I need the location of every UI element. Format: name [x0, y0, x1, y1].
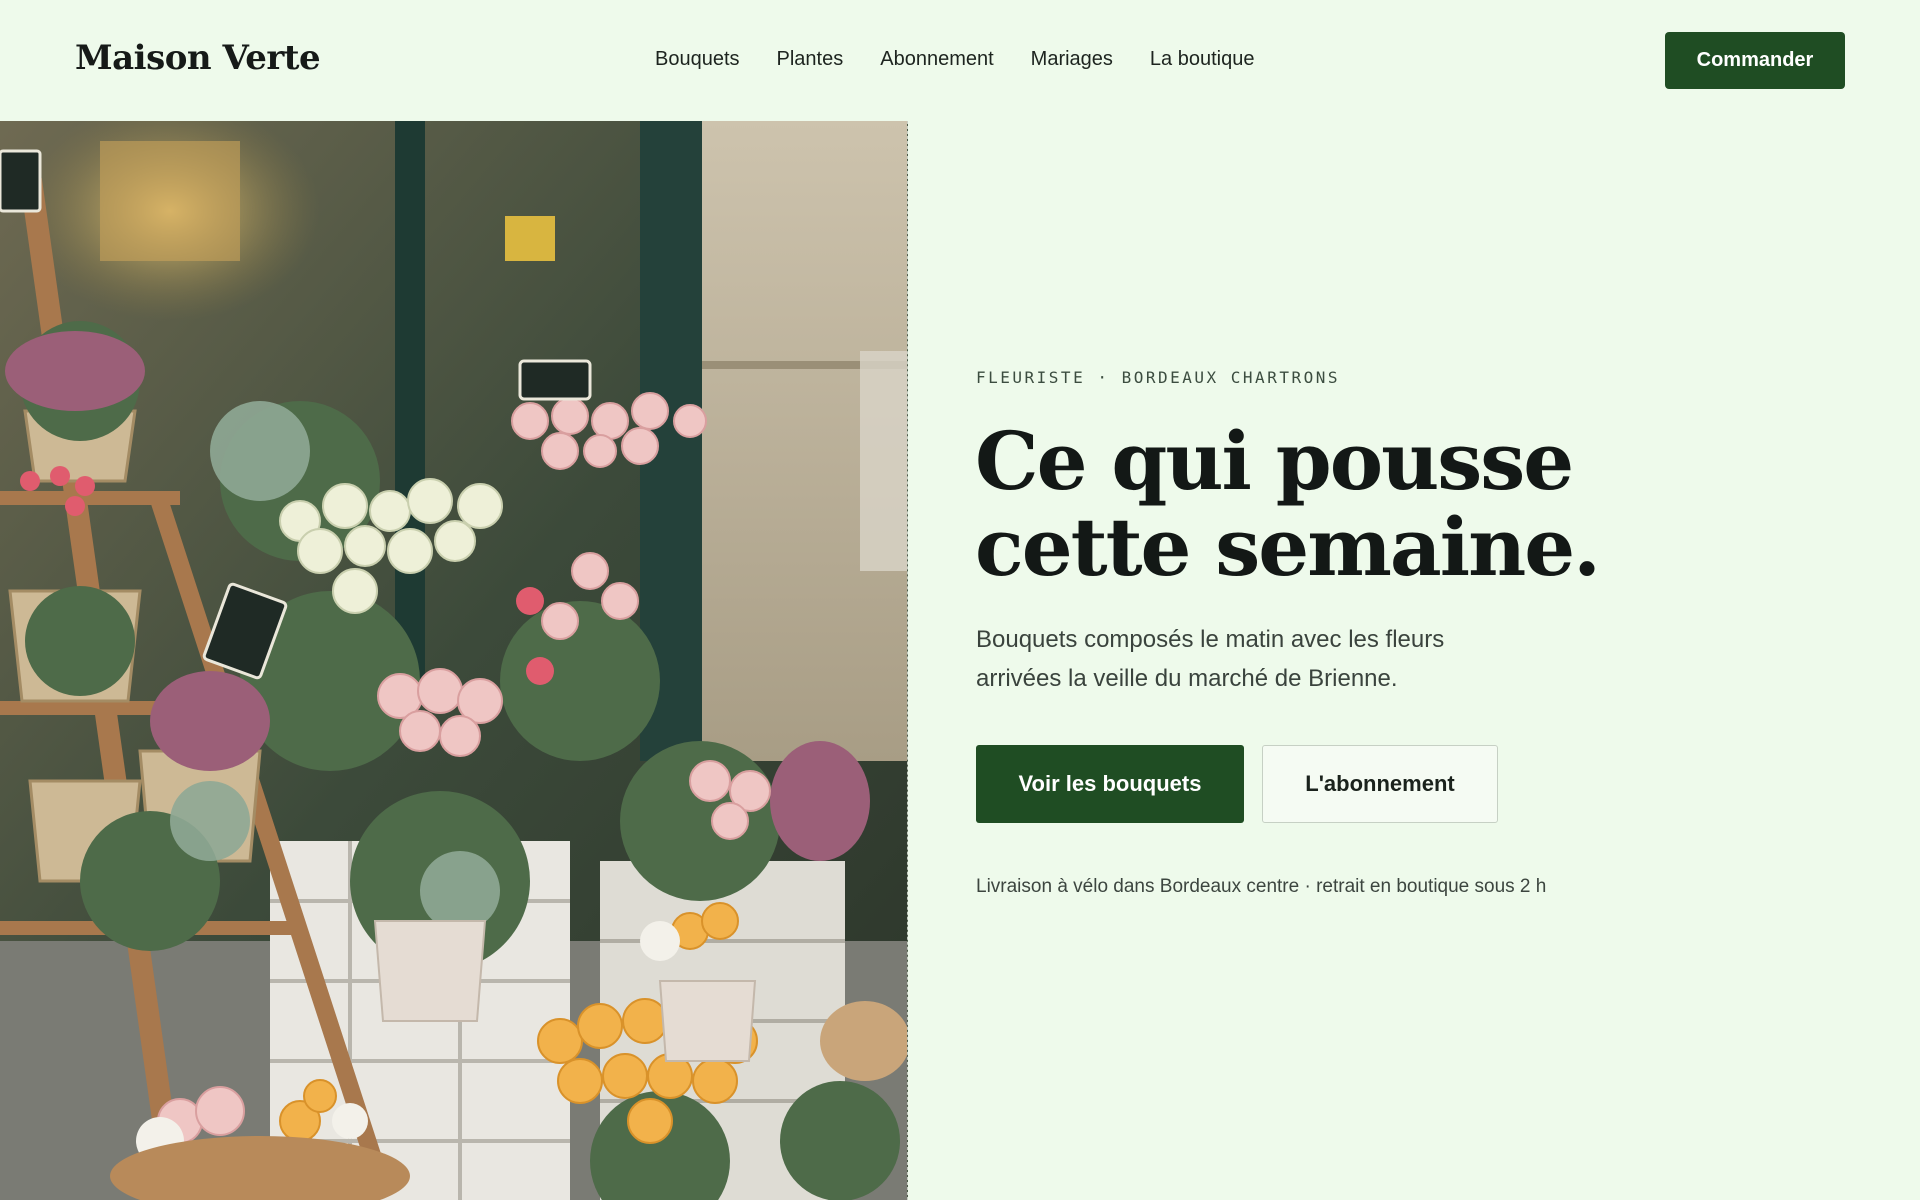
hero-eyebrow: FLEURISTE · BORDEAUX CHARTRONS: [976, 368, 1340, 387]
nav-item-mariages[interactable]: Mariages: [1031, 48, 1113, 71]
delivery-note: Livraison à vélo dans Bordeaux centre · …: [976, 876, 1547, 897]
nav-item-abonnement[interactable]: Abonnement: [880, 48, 993, 71]
hero-description: Bouquets composés le matin avec les fleu…: [976, 626, 1445, 692]
subscription-button[interactable]: L'abonnement: [1262, 745, 1498, 823]
main-nav: Bouquets Plantes Abonnement Mariages La …: [655, 48, 1291, 71]
hero-headline: Ce qui pousse cette semaine.: [975, 414, 1601, 594]
nav-item-plantes[interactable]: Plantes: [777, 48, 844, 71]
view-bouquets-button[interactable]: Voir les bouquets: [976, 745, 1244, 823]
site-header: Maison Verte Bouquets Plantes Abonnement…: [0, 0, 1920, 121]
nav-item-bouquets[interactable]: Bouquets: [655, 48, 740, 71]
brand-logo[interactable]: Maison Verte: [75, 38, 321, 78]
order-button[interactable]: Commander: [1665, 32, 1845, 89]
hero-image-flower-shop: [0, 121, 908, 1200]
nav-item-la-boutique[interactable]: La boutique: [1150, 48, 1255, 71]
